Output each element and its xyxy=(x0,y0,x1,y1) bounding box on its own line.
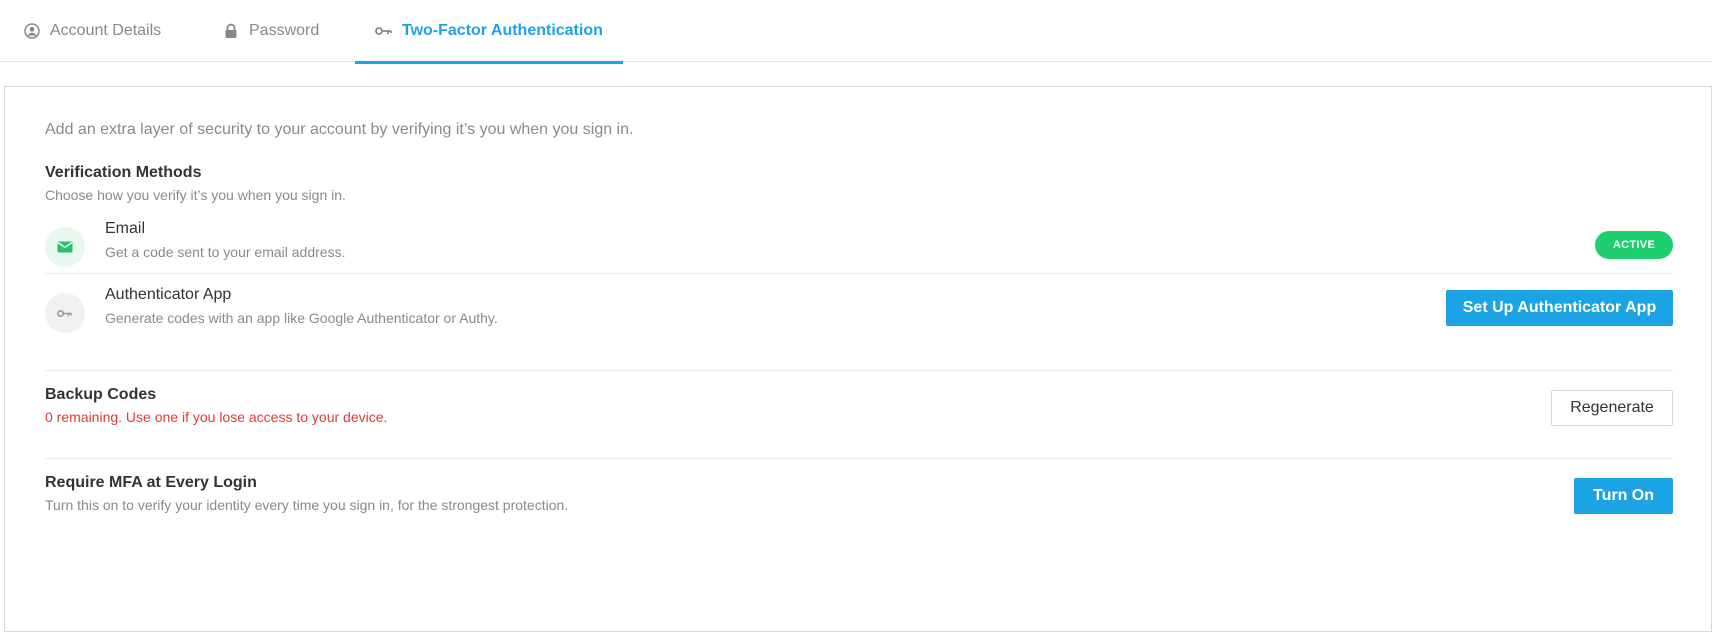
regenerate-button[interactable]: Regenerate xyxy=(1551,390,1673,426)
method-title: Email xyxy=(105,220,146,237)
key-icon xyxy=(45,293,85,333)
divider xyxy=(45,273,1673,274)
intro-text: Add an extra layer of security to your a… xyxy=(45,121,634,138)
method-title: Authenticator App xyxy=(105,286,232,303)
tab-two-factor-authentication[interactable]: Two-Factor Authentication xyxy=(355,0,623,64)
verification-methods-subtitle: Choose how you verify it’s you when you … xyxy=(45,187,346,203)
user-circle-icon xyxy=(23,22,41,40)
envelope-icon xyxy=(45,227,85,267)
method-subtitle: Generate codes with an app like Google A… xyxy=(105,310,498,326)
turn-on-button[interactable]: Turn On xyxy=(1574,478,1673,514)
two-factor-card: Add an extra layer of security to your a… xyxy=(4,86,1712,632)
set-up-authenticator-app-button[interactable]: Set Up Authenticator App xyxy=(1446,290,1673,326)
backup-codes-status: 0 remaining. Use one if you lose access … xyxy=(45,409,388,425)
backup-codes-title: Backup Codes xyxy=(45,386,157,403)
key-icon xyxy=(375,22,393,40)
tab-password[interactable]: Password xyxy=(222,0,319,62)
status-badge: ACTIVE xyxy=(1594,231,1673,259)
divider xyxy=(45,370,1673,371)
require-mfa-subtitle: Turn this on to verify your identity eve… xyxy=(45,497,569,513)
tab-label: Password xyxy=(249,22,320,39)
method-subtitle: Get a code sent to your email address. xyxy=(105,244,346,260)
divider xyxy=(45,458,1673,459)
tab-bar: Account Details Password Two-Factor Auth… xyxy=(0,0,1712,64)
method-authenticator-app: Authenticator App Generate codes with an… xyxy=(45,286,1673,346)
tab-account-details[interactable]: Account Details xyxy=(23,0,161,62)
tab-label: Account Details xyxy=(50,22,162,39)
verification-methods-title: Verification Methods xyxy=(45,164,202,181)
tab-label: Two-Factor Authentication xyxy=(402,22,603,39)
require-mfa-title: Require MFA at Every Login xyxy=(45,474,257,491)
lock-icon xyxy=(222,22,240,40)
method-email: Email Get a code sent to your email addr… xyxy=(45,220,1673,280)
